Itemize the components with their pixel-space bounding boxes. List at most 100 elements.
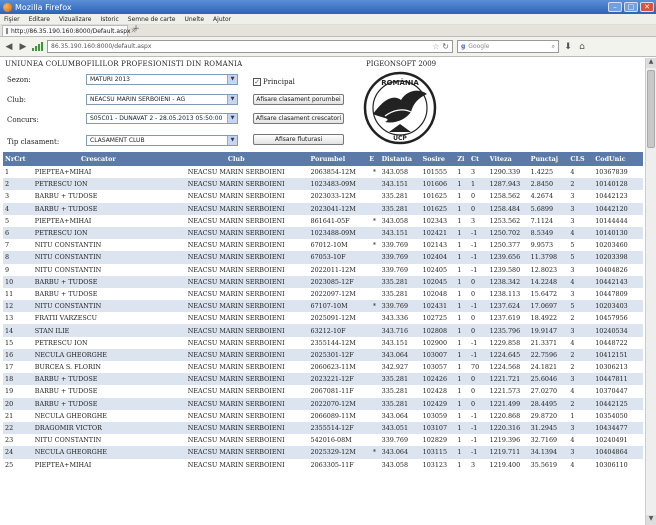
ucp-logo: ROMÂNIA UCP — [363, 71, 437, 145]
home-icon[interactable]: ⌂ — [577, 42, 587, 52]
table-cell: NEACSU MARIN SERBOIENI — [161, 421, 309, 435]
tab-bar: http://86.35.190.160:8000/Default.aspx ✕… — [0, 25, 656, 37]
table-cell: 343.051 — [379, 421, 421, 435]
table-cell — [367, 348, 380, 361]
menu-history[interactable]: Istoric — [100, 16, 118, 23]
google-icon[interactable]: g — [461, 43, 465, 50]
menu-bookmarks[interactable]: Semne de carte — [128, 16, 176, 23]
table-cell: 63212-10F — [308, 324, 368, 337]
table-cell: 1237.619 — [487, 312, 529, 325]
col-club[interactable]: Club — [161, 152, 309, 166]
search-bar[interactable]: g Google ⌕ — [457, 40, 559, 53]
col-nrcrt[interactable]: NrCrt — [3, 152, 33, 166]
new-tab-button[interactable]: + — [130, 25, 142, 35]
maximize-button[interactable]: □ — [624, 2, 638, 12]
col-crescator[interactable]: Crescator — [32, 152, 162, 166]
menu-view[interactable]: Vizualizare — [59, 16, 91, 23]
forward-icon[interactable]: ▶ — [18, 42, 28, 52]
col-cls[interactable]: CLS — [568, 152, 594, 166]
col-ct[interactable]: Ct — [469, 152, 488, 166]
club-select[interactable]: NEACSU MARIN SERBOIENI - AG ▼ — [86, 94, 238, 105]
tab-active[interactable]: http://86.35.190.160:8000/Default.aspx ✕ — [2, 25, 136, 36]
table-cell: 2 — [568, 178, 594, 191]
table-cell: 343.716 — [379, 324, 421, 337]
table-cell: 4.2674 — [528, 190, 569, 203]
col-sosire[interactable]: Sosire — [420, 152, 456, 166]
show-pigeons-ranking-button[interactable]: Afisare clasament porumbei — [253, 94, 344, 105]
table-cell: NITU CONSTANTIN — [32, 434, 162, 447]
table-cell: 13 — [3, 312, 33, 325]
col-punctaj[interactable]: Punctaj — [528, 152, 569, 166]
table-cell: 1258.562 — [487, 190, 529, 203]
table-cell: 25.6046 — [528, 373, 569, 386]
scroll-down-icon[interactable]: ▼ — [646, 515, 656, 525]
table-cell: NEACSU MARIN SERBOIENI — [161, 275, 309, 288]
table-cell: 23 — [3, 434, 33, 447]
table-row: 21 NECULA GHEORGHE NEACSU MARIN SERBOIENI 2… — [3, 409, 643, 422]
table-cell: NEACSU MARIN SERBOIENI — [161, 336, 309, 349]
table-cell: 10140128 — [593, 178, 643, 191]
col-viteza[interactable]: Viteza — [487, 152, 529, 166]
table-cell: 1258.484 — [487, 202, 529, 215]
table-cell: 102143 — [420, 239, 456, 252]
table-cell: 1 — [455, 324, 470, 337]
scrollbar-thumb[interactable] — [647, 70, 655, 148]
minimize-button[interactable]: – — [608, 2, 622, 12]
download-icon[interactable]: ⬇ — [563, 42, 573, 52]
table-cell: 28.4495 — [528, 397, 569, 410]
table-cell: 1250.377 — [487, 239, 529, 252]
col-e[interactable]: E — [367, 152, 380, 166]
table-cell: 3 — [568, 263, 594, 276]
back-icon[interactable]: ◀ — [4, 42, 14, 52]
col-zi[interactable]: Zi — [455, 152, 470, 166]
table-cell: 4 — [568, 434, 594, 447]
vertical-scrollbar[interactable]: ▲ ▼ — [645, 58, 656, 525]
search-icon[interactable]: ⌕ — [552, 43, 555, 51]
table-cell: 2067081-11F — [308, 385, 368, 398]
table-row: 25 PIEPTEA+MIHAI NEACSU MARIN SERBOIENI 206… — [3, 458, 643, 471]
chevron-down-icon[interactable]: ▼ — [227, 114, 237, 123]
table-row: 13 FRATII VARZESCU NEACSU MARIN SERBOIENI 2… — [3, 312, 643, 325]
table-cell: NEACSU MARIN SERBOIENI — [161, 409, 309, 422]
chevron-down-icon[interactable]: ▼ — [227, 75, 237, 84]
table-cell: 1238.113 — [487, 287, 529, 301]
table-row: 7 NITU CONSTANTIN NEACSU MARIN SERBOIENI 67… — [3, 239, 643, 252]
table-cell: NITU CONSTANTIN — [32, 263, 162, 276]
table-cell: 3 — [469, 214, 488, 227]
close-button[interactable]: ✕ — [640, 2, 654, 12]
menu-help[interactable]: Ajutor — [213, 16, 231, 23]
table-header-row: NrCrt Crescator Club Porumbel E Distanta… — [3, 152, 643, 166]
table-cell: 343.058 — [379, 214, 421, 227]
table-cell: 3 — [3, 190, 33, 203]
scroll-up-icon[interactable]: ▲ — [646, 58, 656, 68]
table-cell: * — [367, 300, 380, 313]
menu-file[interactable]: Fişier — [4, 16, 20, 23]
chevron-down-icon[interactable]: ▼ — [227, 136, 237, 145]
bookmark-star-icon[interactable]: ☆ — [432, 42, 439, 51]
show-flyers-button[interactable]: Afisare fluturasi — [253, 134, 344, 145]
address-bar[interactable]: 86.35.190.160:8000/default.aspx ☆ ↻ — [47, 40, 453, 53]
table-cell — [367, 263, 380, 276]
menu-tools[interactable]: Unelte — [184, 16, 204, 23]
table-row: 17 BURCEA S. FLORIN NEACSU MARIN SERBOIENI… — [3, 361, 643, 374]
table-cell: 67053-10F — [308, 251, 368, 264]
table-cell: 102429 — [420, 397, 456, 410]
table-cell: 24 — [3, 446, 33, 459]
table-row: 9 NITU CONSTANTIN NEACSU MARIN SERBOIENI 20… — [3, 263, 643, 276]
col-codunic[interactable]: CodUnic — [593, 152, 643, 166]
contest-select[interactable]: S05C01 - DUNAVAT 2 - 28.05.2013 05:50:00… — [86, 113, 238, 124]
table-cell: 102048 — [420, 287, 456, 301]
principal-checkbox[interactable]: ✓ — [253, 78, 261, 86]
table-cell: 20 — [3, 397, 33, 410]
col-porumbel[interactable]: Porumbel — [308, 152, 368, 166]
reload-icon[interactable]: ↻ — [442, 42, 449, 51]
show-breeders-ranking-button[interactable]: Afisare clasament crescatori — [253, 113, 344, 124]
chevron-down-icon[interactable]: ▼ — [227, 95, 237, 104]
col-distanta[interactable]: Distanta — [379, 152, 421, 166]
table-row: 6 PETRESCU ION NEACSU MARIN SERBOIENI 10234… — [3, 226, 643, 240]
menu-edit[interactable]: Editare — [29, 16, 50, 23]
ranking-type-select[interactable]: CLASAMENT CLUB ▼ — [86, 135, 238, 146]
table-cell: 102404 — [420, 251, 456, 264]
season-select[interactable]: MATURI 2013 ▼ — [86, 74, 238, 85]
table-cell: NEACSU MARIN SERBOIENI — [161, 251, 309, 264]
